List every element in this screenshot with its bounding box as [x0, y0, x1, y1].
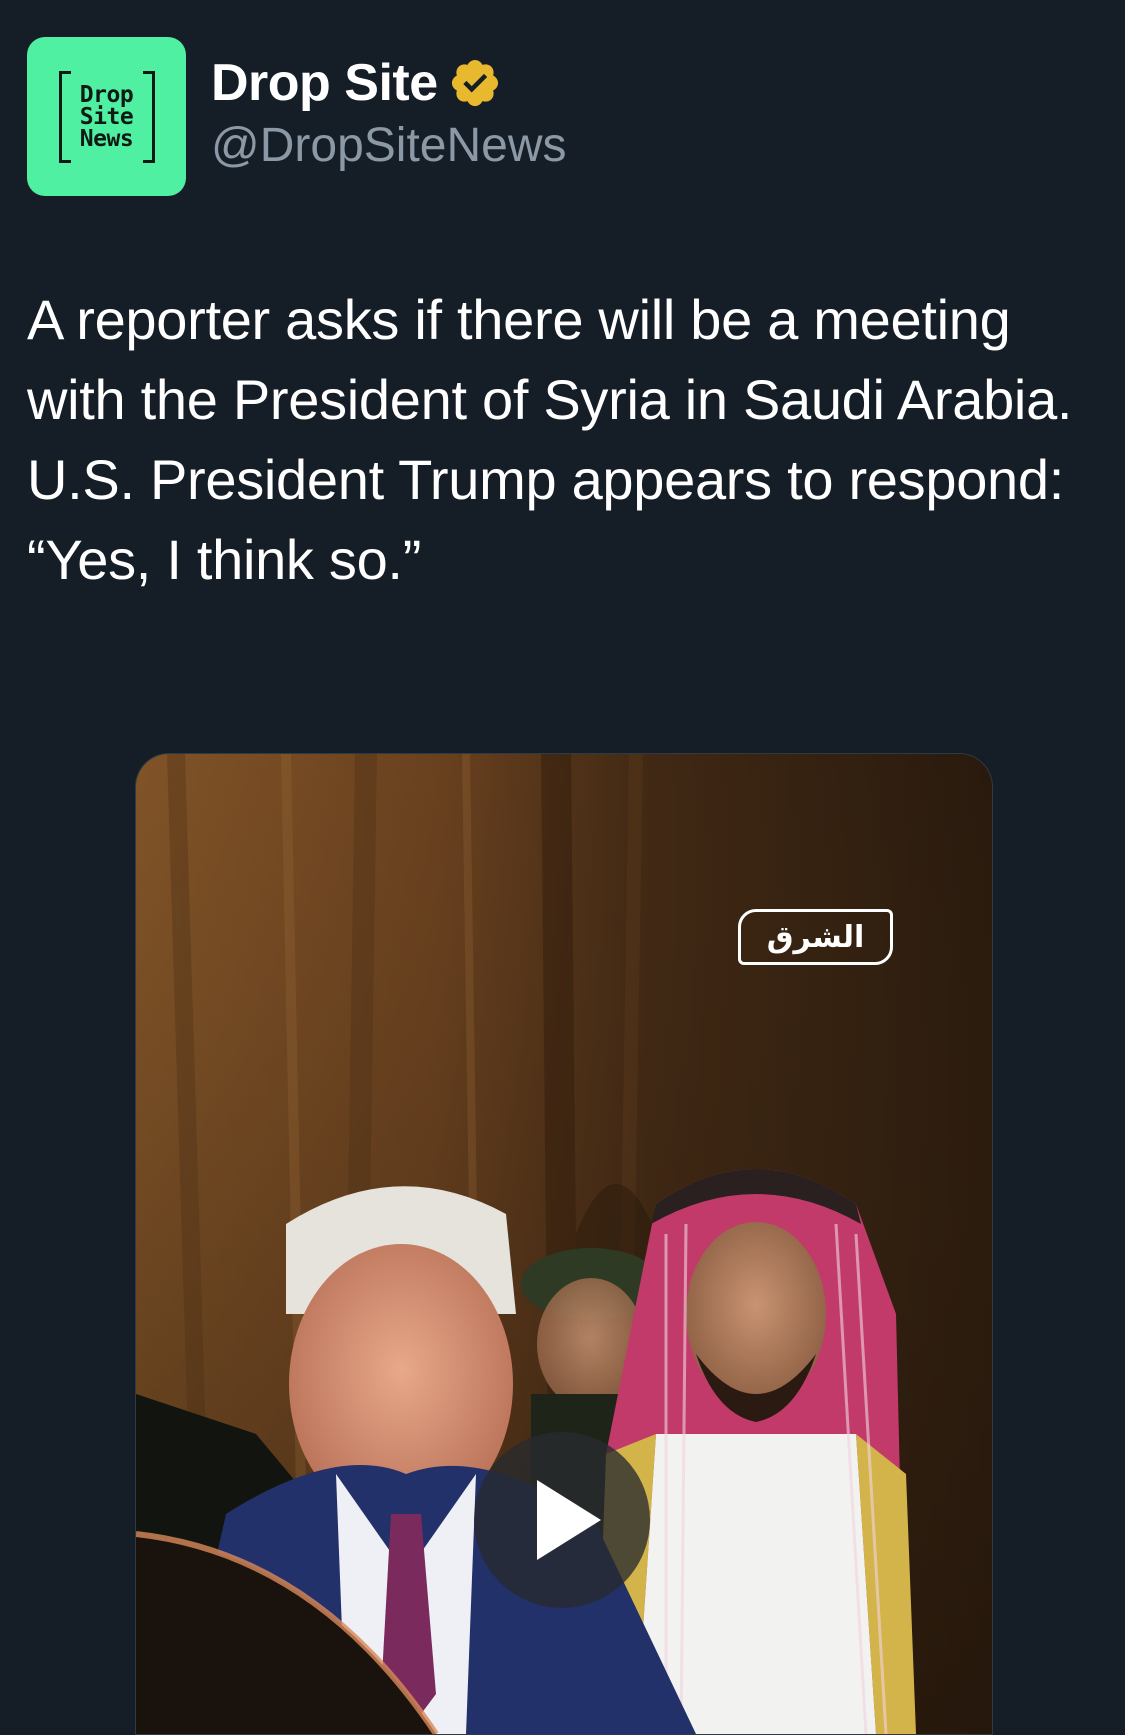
name-row: Drop Site: [211, 50, 567, 116]
channel-watermark: الشرق: [738, 909, 893, 965]
logo-left-bracket: [58, 70, 71, 163]
logo-line: News: [79, 125, 134, 152]
logo-line: Site: [79, 103, 134, 130]
video-player[interactable]: الشرق: [135, 753, 993, 1735]
tweet: Drop Site News Drop Site @DropSiteNews A…: [0, 0, 1125, 1735]
play-icon: [537, 1480, 601, 1560]
tweet-text: A reporter asks if there will be a meeti…: [27, 288, 1073, 591]
logo-line: Drop: [79, 81, 134, 108]
logo-right-bracket: [142, 70, 155, 163]
drop-site-news-logo: Drop Site News: [58, 70, 155, 163]
avatar[interactable]: Drop Site News: [27, 37, 186, 196]
display-name[interactable]: Drop Site: [211, 53, 438, 113]
play-button[interactable]: [474, 1432, 650, 1608]
verified-badge-icon[interactable]: [448, 56, 502, 110]
handle[interactable]: @DropSiteNews: [211, 118, 567, 173]
logo-text: Drop Site News: [79, 81, 134, 152]
author-info: Drop Site @DropSiteNews: [211, 50, 567, 173]
